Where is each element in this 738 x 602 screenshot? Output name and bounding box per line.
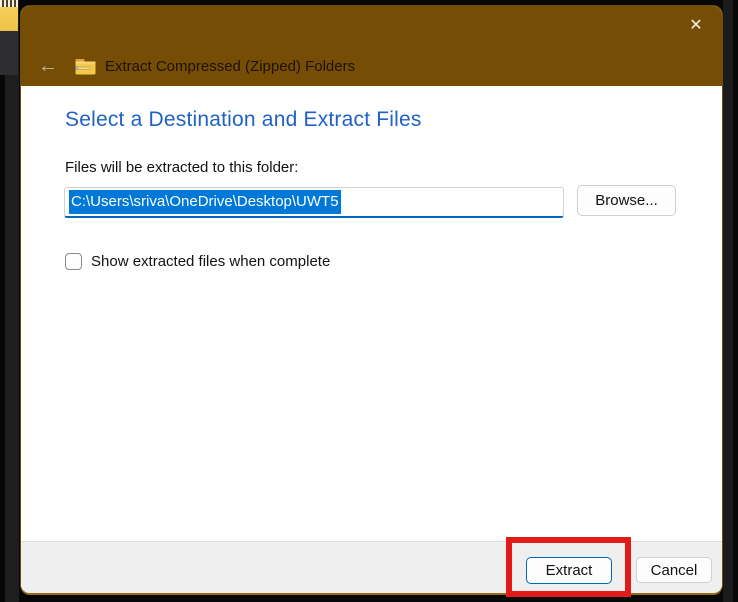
screen: ✕ ←	[0, 0, 738, 602]
show-files-checkbox-label[interactable]: Show extracted files when complete	[91, 253, 330, 270]
back-arrow-icon: ←	[38, 56, 58, 76]
icon-shadow-block	[0, 31, 18, 75]
cancel-button[interactable]: Cancel	[636, 557, 712, 583]
close-button[interactable]: ✕	[680, 12, 712, 40]
close-icon: ✕	[689, 18, 702, 34]
show-files-checkbox-row: Show extracted files when complete	[65, 253, 330, 270]
extract-button-label: Extract	[546, 562, 593, 579]
back-button[interactable]: ←	[35, 53, 61, 79]
dialog-heading: Select a Destination and Extract Files	[65, 108, 422, 132]
desktop-background-strip	[723, 0, 733, 602]
show-files-checkbox[interactable]	[65, 253, 82, 270]
dialog-body	[21, 86, 722, 544]
extract-dialog: ✕ ←	[20, 5, 723, 595]
background-zip-folder-icon	[0, 0, 18, 75]
titlebar: ✕ ←	[21, 6, 722, 86]
window-title: Extract Compressed (Zipped) Folders	[105, 58, 355, 75]
destination-input[interactable]: C:\Users\sriva\OneDrive\Desktop\UWT5	[64, 187, 564, 218]
destination-label: Files will be extracted to this folder:	[65, 159, 298, 176]
browse-button-label: Browse...	[595, 192, 658, 209]
desktop-background-strip	[5, 0, 19, 602]
footer-bar	[21, 541, 722, 593]
titlebar-nav-row: ← Extract	[35, 48, 355, 84]
zipped-folder-icon	[75, 58, 96, 75]
browse-button[interactable]: Browse...	[577, 185, 676, 216]
zipper-teeth-pattern	[0, 0, 18, 7]
extract-button[interactable]: Extract	[526, 557, 612, 584]
selected-path-text: C:\Users\sriva\OneDrive\Desktop\UWT5	[69, 190, 341, 214]
cancel-button-label: Cancel	[651, 562, 698, 579]
